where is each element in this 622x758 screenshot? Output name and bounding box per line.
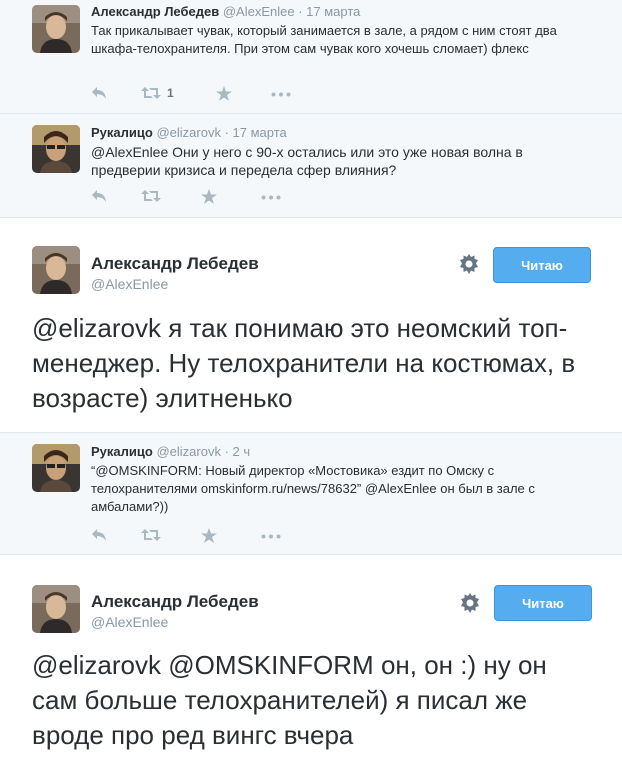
star-icon	[201, 189, 217, 204]
gear-icon	[461, 593, 479, 613]
reply-button[interactable]	[91, 528, 107, 542]
more-button[interactable]	[271, 92, 291, 97]
mention-link[interactable]: @elizarovk	[32, 650, 161, 680]
star-icon	[201, 528, 217, 543]
tweet-text: @elizarovk @OMSKINFORM он, он :) ну он с…	[32, 648, 592, 753]
tweet-main-1[interactable]: Александр Лебедев @AlexEnlee Читаю @eliz…	[0, 218, 622, 432]
more-button[interactable]	[261, 534, 281, 539]
tweet-actions	[91, 189, 391, 207]
tweet-text: @elizarovk я так понимаю это неомский то…	[32, 311, 592, 416]
avatar[interactable]	[32, 444, 80, 492]
reply-button[interactable]	[91, 86, 107, 100]
mention-link[interactable]: @elizarovk	[32, 313, 161, 343]
handle[interactable]: @AlexEnlee	[223, 4, 295, 19]
follow-button[interactable]: Читаю	[494, 585, 592, 621]
tweet-reply-1[interactable]: Александр Лебедев @AlexEnlee · 17 марта …	[0, 0, 622, 114]
tweet-reply-3[interactable]: Рукалицо @elizarovk · 2 ч “@OMSKINFORM: …	[0, 433, 622, 555]
retweet-button[interactable]	[141, 189, 161, 203]
settings-button[interactable]	[460, 593, 480, 618]
more-icon	[271, 92, 291, 97]
retweet-button[interactable]: 1	[141, 86, 174, 100]
avatar[interactable]	[32, 5, 80, 53]
tweet-actions	[91, 528, 391, 546]
mention-link[interactable]: @AlexEnlee	[91, 144, 168, 160]
retweet-icon	[141, 190, 161, 202]
handle[interactable]: @elizarovk	[156, 125, 221, 140]
reply-icon	[92, 529, 106, 541]
settings-button[interactable]	[459, 254, 479, 279]
reply-icon	[92, 190, 106, 202]
mention-link[interactable]: @OMSKINFORM	[95, 463, 198, 478]
fullname[interactable]: Александр Лебедев	[91, 592, 259, 612]
reply-icon	[92, 87, 106, 99]
avatar[interactable]	[32, 125, 80, 173]
retweet-count: 1	[167, 86, 174, 100]
reply-button[interactable]	[91, 189, 107, 203]
tweet-text: “@OMSKINFORM: Новый директор «Мостовика»…	[91, 462, 561, 516]
tweet-text: @AlexEnlee Они у него с 90-х остались ил…	[91, 143, 551, 179]
mention-link[interactable]: @OMSKINFORM	[168, 650, 374, 680]
follow-button[interactable]: Читаю	[493, 247, 591, 283]
avatar[interactable]	[32, 585, 80, 633]
fullname[interactable]: Александр Лебедев	[91, 254, 259, 274]
star-icon	[216, 86, 232, 101]
retweet-icon	[141, 529, 161, 541]
tweet-text: Так прикалывает чувак, который занимаетс…	[91, 23, 557, 56]
tweet-actions: 1	[91, 86, 391, 104]
favorite-button[interactable]	[216, 86, 232, 101]
timestamp[interactable]: · 2 ч	[225, 444, 251, 459]
fullname[interactable]: Александр Лебедев	[91, 4, 219, 19]
tweet-header: Рукалицо @elizarovk · 17 марта	[91, 125, 287, 140]
more-button[interactable]	[261, 195, 281, 200]
tweet-header: Александр Лебедев @AlexEnlee · 17 марта	[91, 4, 360, 19]
timestamp[interactable]: · 17 марта	[225, 125, 287, 140]
fullname[interactable]: Рукалицо	[91, 125, 153, 140]
tweet-reply-2[interactable]: Рукалицо @elizarovk · 17 марта @AlexEnle…	[0, 114, 622, 218]
favorite-button[interactable]	[201, 528, 217, 543]
mention-link[interactable]: @AlexEnlee	[365, 481, 437, 496]
tweet-main-2[interactable]: Александр Лебедев @AlexEnlee Читаю @eliz…	[0, 556, 622, 758]
tweet-header: Рукалицо @elizarovk · 2 ч	[91, 444, 250, 459]
favorite-button[interactable]	[201, 189, 217, 204]
handle[interactable]: @AlexEnlee	[91, 276, 168, 292]
fullname[interactable]: Рукалицо	[91, 444, 153, 459]
more-icon	[261, 195, 281, 200]
avatar[interactable]	[32, 246, 80, 294]
retweet-icon	[141, 87, 161, 99]
gear-icon	[460, 254, 478, 274]
handle[interactable]: @AlexEnlee	[91, 614, 168, 630]
handle[interactable]: @elizarovk	[156, 444, 221, 459]
retweet-button[interactable]	[141, 528, 161, 542]
timestamp[interactable]: · 17 марта	[298, 4, 360, 19]
more-icon	[261, 534, 281, 539]
